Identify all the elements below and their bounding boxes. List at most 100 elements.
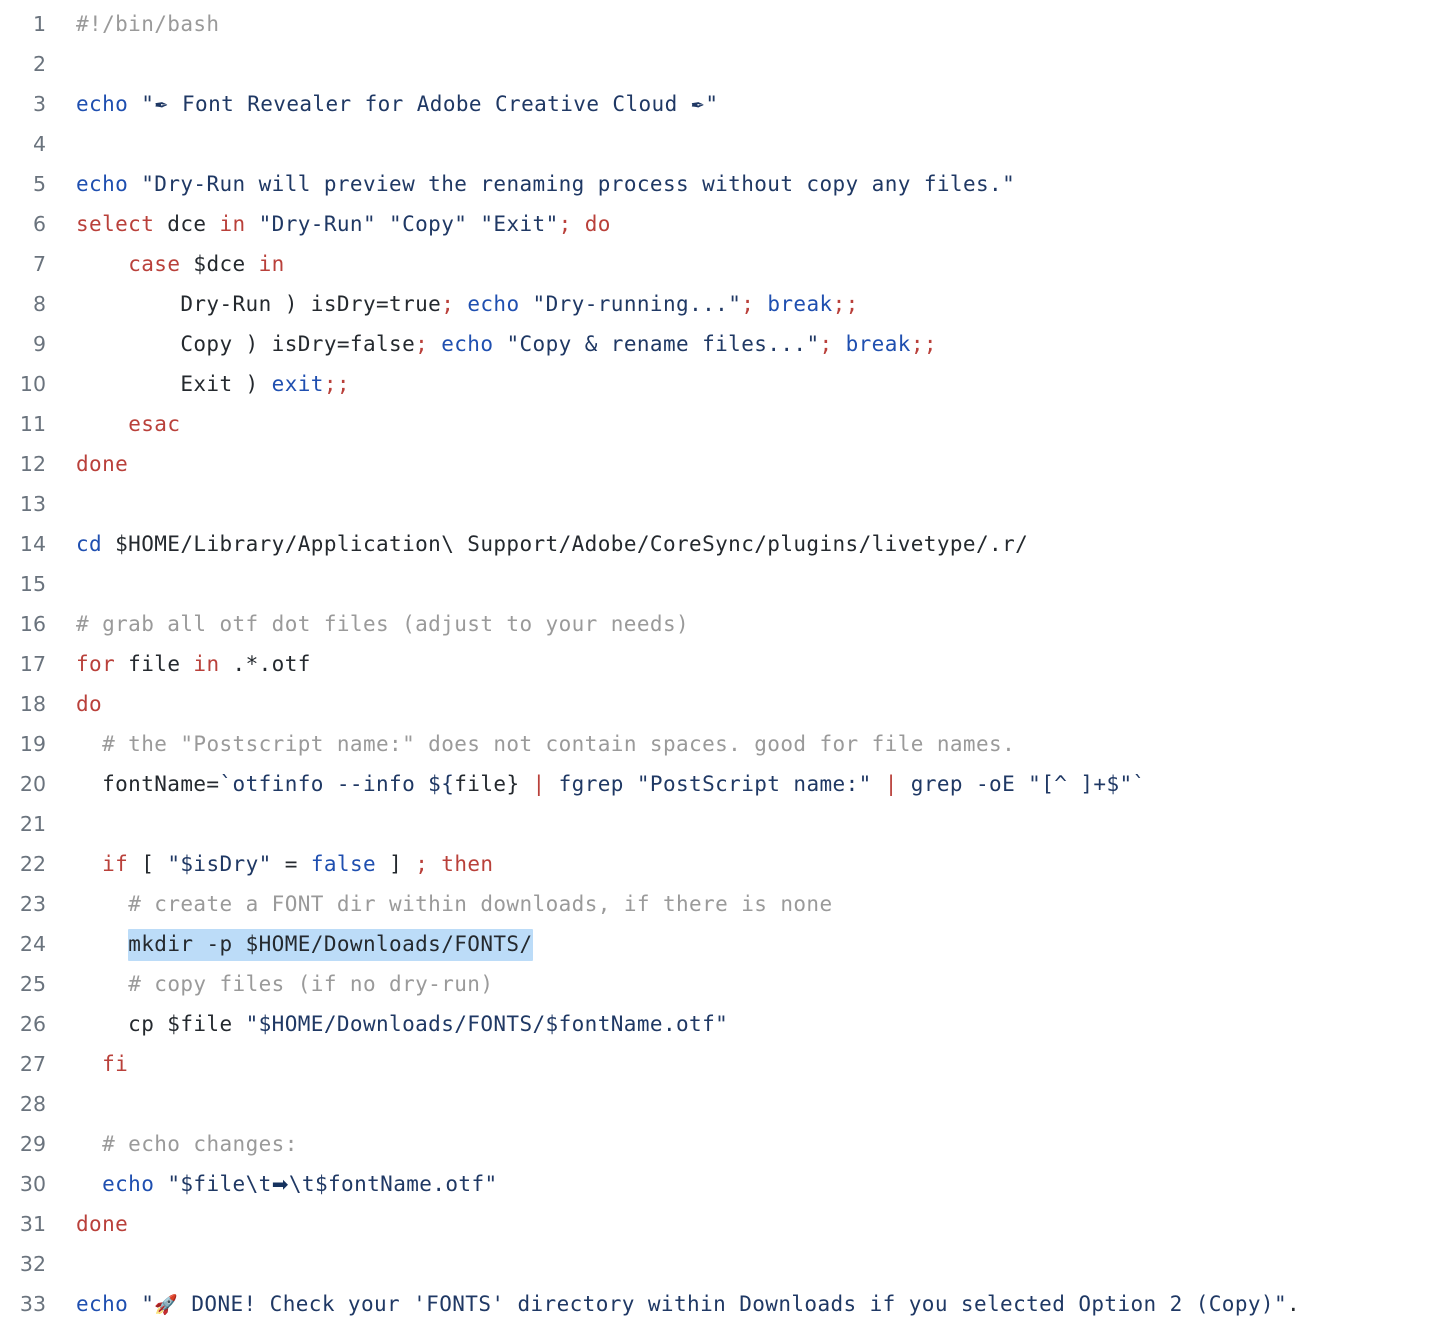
code-token-string: "$isDry"	[167, 852, 272, 876]
code-token-punct: ;;	[323, 372, 350, 396]
code-row[interactable]: 8 Dry-Run ) isDry=true; echo "Dry-runnin…	[0, 284, 1456, 324]
code-row[interactable]: 12 done	[0, 444, 1456, 484]
line-number: 33	[19, 1292, 46, 1316]
code-row[interactable]: 16 # grab all otf dot files (adjust to y…	[0, 604, 1456, 644]
code-token-bracket: ]	[376, 852, 416, 876]
line-number: 5	[32, 172, 46, 196]
code-token-punct: ;	[415, 852, 429, 876]
code-row[interactable]: 10 Exit ) exit;;	[0, 364, 1456, 404]
pen-icon: ✒	[154, 96, 169, 116]
code-row[interactable]: 26 cp $file "$HOME/Downloads/FONTS/$font…	[0, 1004, 1456, 1044]
code-line[interactable]: cd $HOME/Library/Application\ Support/Ad…	[46, 524, 1456, 564]
code-snippet-viewer[interactable]: 1 #!/bin/bash 2 3 echo "✒ Font Revealer …	[0, 0, 1456, 1318]
code-line[interactable]: Dry-Run ) isDry=true; echo "Dry-running.…	[46, 284, 1456, 324]
code-line[interactable]: select dce in "Dry-Run" "Copy" "Exit"; d…	[46, 204, 1456, 244]
code-row[interactable]: 6 select dce in "Dry-Run" "Copy" "Exit";…	[0, 204, 1456, 244]
code-line[interactable]: for file in .*.otf	[46, 644, 1456, 684]
code-token-keyword: in	[219, 212, 246, 236]
code-token-command: cp $file	[76, 1012, 246, 1036]
code-line[interactable]: fontName=`otfinfo --info ${file} | fgrep…	[46, 764, 1456, 804]
code-token-builtin: echo	[76, 92, 129, 116]
code-row-selected[interactable]: 24 mkdir -p $HOME/Downloads/FONTS/	[0, 924, 1456, 964]
code-line[interactable]: if [ "$isDry" = false ] ; then	[46, 844, 1456, 884]
code-token-string: Font Revealer for Adobe Creative Cloud	[168, 92, 691, 116]
code-line[interactable]: # copy files (if no dry-run)	[46, 964, 1456, 1004]
code-token-period: .	[1287, 1292, 1301, 1316]
code-row[interactable]: 13	[0, 484, 1456, 524]
code-row[interactable]: 3 echo "✒ Font Revealer for Adobe Creati…	[0, 84, 1456, 124]
code-line[interactable]: #!/bin/bash	[46, 4, 1456, 44]
code-line[interactable]: # grab all otf dot files (adjust to your…	[46, 604, 1456, 644]
code-token-punct: ;;	[832, 292, 859, 316]
code-row[interactable]: 9 Copy ) isDry=false; echo "Copy & renam…	[0, 324, 1456, 364]
code-token-glob: .*.otf	[219, 652, 311, 676]
code-row[interactable]: 25 # copy files (if no dry-run)	[0, 964, 1456, 1004]
code-line[interactable]: fi	[46, 1044, 1456, 1084]
code-row[interactable]: 11 esac	[0, 404, 1456, 444]
code-line[interactable]: # create a FONT dir within downloads, if…	[46, 884, 1456, 924]
code-token-string: "Dry-Run will preview the renaming proce…	[141, 172, 1016, 196]
code-row[interactable]: 32	[0, 1244, 1456, 1284]
code-line[interactable]: # the "Postscript name:" does not contai…	[46, 724, 1456, 764]
line-number: 31	[19, 1212, 46, 1236]
code-line[interactable]: echo "🚀 DONE! Check your 'FONTS' directo…	[46, 1284, 1456, 1325]
code-line[interactable]: echo "Dry-Run will preview the renaming …	[46, 164, 1456, 204]
code-line[interactable]: Copy ) isDry=false; echo "Copy & rename …	[46, 324, 1456, 364]
code-token-builtin: echo	[441, 332, 494, 356]
code-token-string: DONE! Check your 'FONTS' directory withi…	[178, 1292, 1288, 1316]
code-token-indent: Exit )	[76, 372, 272, 396]
code-line[interactable]: echo "✒ Font Revealer for Adobe Creative…	[46, 84, 1456, 126]
code-row[interactable]: 18 do	[0, 684, 1456, 724]
code-row[interactable]: 4	[0, 124, 1456, 164]
line-number: 4	[32, 132, 46, 156]
code-token-indent	[76, 932, 128, 956]
line-number: 14	[19, 532, 46, 556]
line-number: 15	[19, 572, 46, 596]
line-number: 25	[19, 972, 46, 996]
code-line[interactable]: esac	[46, 404, 1456, 444]
code-line[interactable]: echo "$file\t➡\t$fontName.otf"	[46, 1164, 1456, 1204]
code-row[interactable]: 31 done	[0, 1204, 1456, 1244]
code-line[interactable]: done	[46, 444, 1456, 484]
code-line[interactable]: # echo changes:	[46, 1124, 1456, 1164]
code-row[interactable]: 21	[0, 804, 1456, 844]
code-row[interactable]: 17 for file in .*.otf	[0, 644, 1456, 684]
code-row[interactable]: 22 if [ "$isDry" = false ] ; then	[0, 844, 1456, 884]
code-line[interactable]: case $dce in	[46, 244, 1456, 284]
code-token-punct: ;	[415, 332, 429, 356]
code-row[interactable]: 2	[0, 44, 1456, 84]
code-row[interactable]: 33 echo "🚀 DONE! Check your 'FONTS' dire…	[0, 1284, 1456, 1324]
line-number: 17	[19, 652, 46, 676]
code-line[interactable]: cp $file "$HOME/Downloads/FONTS/$fontNam…	[46, 1004, 1456, 1044]
code-token-comment: #!/bin/bash	[76, 12, 220, 36]
code-row[interactable]: 5 echo "Dry-Run will preview the renamin…	[0, 164, 1456, 204]
code-row[interactable]: 23 # create a FONT dir within downloads,…	[0, 884, 1456, 924]
code-row[interactable]: 30 echo "$file\t➡\t$fontName.otf"	[0, 1164, 1456, 1204]
code-row[interactable]: 1 #!/bin/bash	[0, 4, 1456, 44]
code-token-string: "	[141, 1292, 155, 1316]
selected-text-highlight[interactable]: mkdir -p $HOME/Downloads/FONTS/	[128, 929, 533, 961]
code-row[interactable]: 28	[0, 1084, 1456, 1124]
code-line[interactable]: mkdir -p $HOME/Downloads/FONTS/	[46, 924, 1456, 964]
code-token-string: "Copy & rename files..."	[506, 332, 820, 356]
code-token-string: "Dry-Run" "Copy" "Exit"	[258, 212, 559, 236]
code-row[interactable]: 29 # echo changes:	[0, 1124, 1456, 1164]
code-line[interactable]: do	[46, 684, 1456, 724]
code-row[interactable]: 20 fontName=`otfinfo --info ${file} | fg…	[0, 764, 1456, 804]
line-number: 10	[19, 372, 46, 396]
code-row[interactable]: 7 case $dce in	[0, 244, 1456, 284]
code-token-string: \t$fontName.otf"	[288, 1172, 498, 1196]
code-token-pipe: |	[884, 772, 898, 796]
code-line[interactable]: Exit ) exit;;	[46, 364, 1456, 404]
code-line[interactable]: done	[46, 1204, 1456, 1244]
code-row[interactable]: 15	[0, 564, 1456, 604]
code-row[interactable]: 19 # the "Postscript name:" does not con…	[0, 724, 1456, 764]
code-row[interactable]: 14 cd $HOME/Library/Application\ Support…	[0, 524, 1456, 564]
code-token-keyword: then	[441, 852, 494, 876]
code-token-indent	[76, 252, 128, 276]
code-row[interactable]: 27 fi	[0, 1044, 1456, 1084]
